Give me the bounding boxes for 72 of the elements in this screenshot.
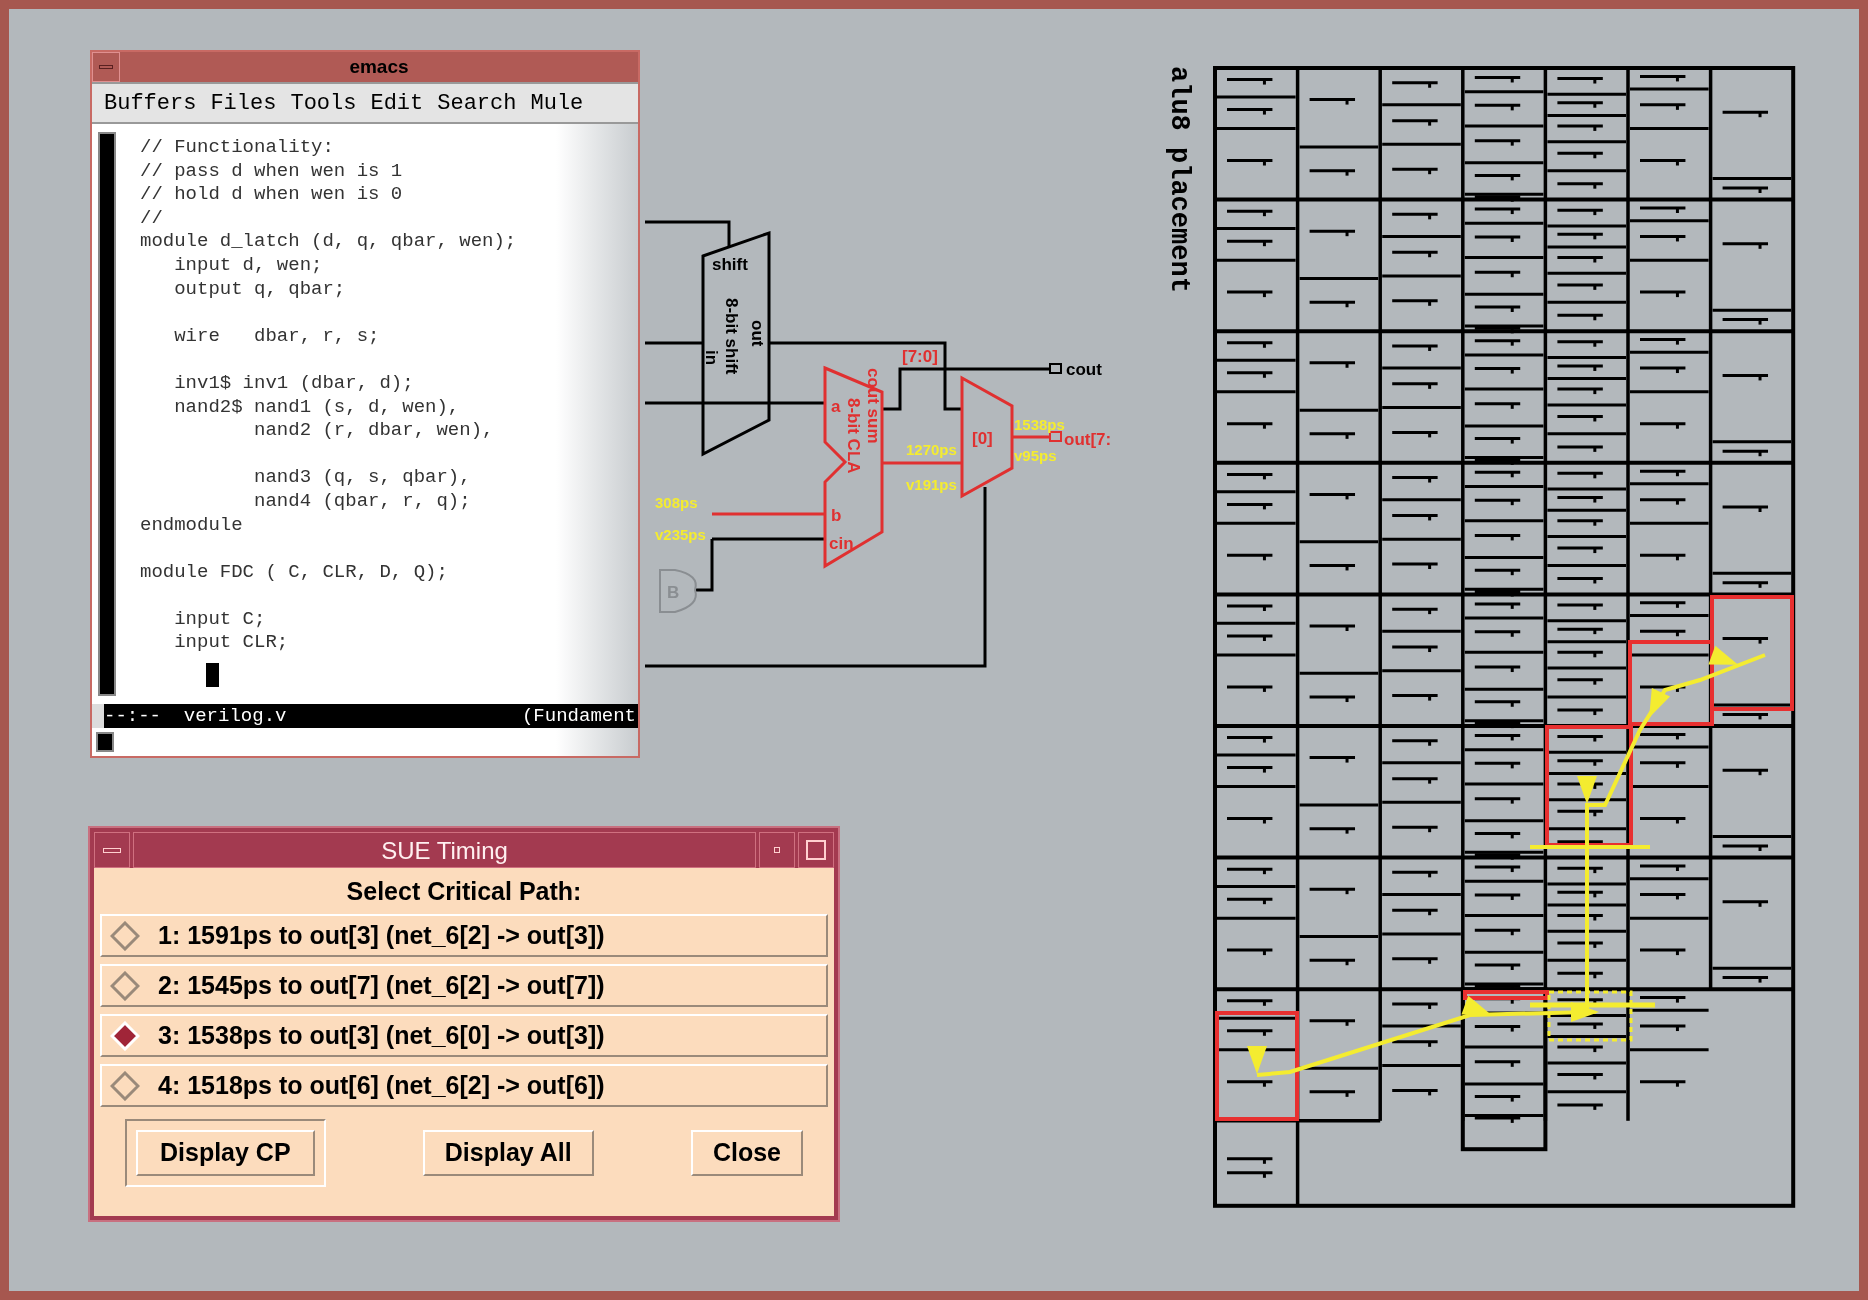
option-label: 3: 1538ps to out[3] (net_6[0] -> out[3]) — [158, 1019, 605, 1051]
code-line: nand3 (q, s, qbar), — [253, 465, 471, 490]
menu-item[interactable]: Edit — [370, 86, 424, 120]
menu-item[interactable]: Buffers — [104, 86, 197, 120]
schematic-label: v95ps — [1014, 447, 1057, 464]
placement-title: alu8 placement — [1164, 66, 1194, 293]
schematic-label: out — [748, 320, 767, 347]
dialog-button[interactable]: Display CP — [136, 1130, 315, 1176]
schematic-label: a — [831, 397, 841, 416]
minibuffer-icon — [96, 732, 114, 752]
mode-line-text: --:-- verilog.v — [104, 703, 287, 729]
radio-diamond[interactable] — [110, 970, 140, 1001]
code-line: nand2 (r, dbar, wen), — [253, 419, 494, 443]
option-label: 1: 1591ps to out[3] (net_6[2] -> out[3]) — [158, 919, 605, 951]
option-label: 4: 1518ps to out[6] (net_6[2] -> out[6]) — [158, 1069, 605, 1101]
schematic-label: 308ps — [655, 494, 698, 511]
schematic-label: cout — [1066, 360, 1102, 379]
window-title: emacs — [120, 52, 638, 82]
schematic-label: out[7: — [1064, 430, 1112, 449]
code-line: // Functionality: — [140, 136, 334, 160]
dialog-heading: Select Critical Path: — [345, 876, 583, 907]
code-line: output q, qbar; — [173, 277, 346, 302]
window-menu-button[interactable] — [94, 832, 130, 868]
schematic-label: 1538ps — [1014, 416, 1065, 433]
schematic-label: 8-bit CLA — [844, 398, 863, 474]
schematic-label: in — [702, 350, 721, 366]
code-line: // pass d when wen is 1 — [140, 159, 403, 184]
maximize-button[interactable] — [798, 832, 834, 868]
wire — [645, 341, 703, 345]
schematic-label: 1270ps — [906, 441, 957, 458]
code-line: input C; — [173, 606, 266, 632]
code-line: module d_latch (d, q, qbar, wen); — [140, 230, 517, 254]
option-label: 2: 1545ps to out[7] (net_6[2] -> out[7]) — [158, 969, 605, 1001]
path-option[interactable]: 4: 1518ps to out[6] (net_6[2] -> out[6]) — [100, 1064, 828, 1107]
menu-item[interactable]: Files — [210, 86, 277, 120]
schematic-label: cin — [829, 534, 854, 553]
schematic-label: shift — [712, 255, 748, 274]
scrollbar[interactable] — [98, 132, 116, 696]
dialog-button[interactable]: Display All — [422, 1130, 594, 1176]
menu-item[interactable]: Search — [437, 86, 517, 120]
code-line: nand2$ nand1 (s, d, wen), — [173, 395, 460, 420]
dialog-button[interactable]: Close — [690, 1130, 803, 1176]
pin-icon — [1049, 363, 1062, 374]
schematic-label: v191ps — [906, 476, 957, 493]
window-title: SUE Timing — [133, 832, 756, 868]
code-line: inv1$ inv1 (dbar, d); — [173, 370, 414, 396]
menu-item[interactable]: Tools — [290, 86, 357, 120]
radio-diamond[interactable] — [110, 1070, 140, 1101]
path-option[interactable]: 3: 1538ps to out[3] (net_6[0] -> out[3]) — [100, 1014, 828, 1057]
logic-gate — [659, 569, 697, 613]
code-line: endmodule — [140, 513, 243, 538]
code-line: // hold d when wen is 0 — [140, 183, 403, 207]
menu-item[interactable]: Mule — [530, 86, 584, 120]
code-line: nand4 (qbar, r, q); — [253, 489, 471, 514]
code-line: input CLR; — [173, 631, 289, 656]
schematic-label: 8-bit shift — [722, 298, 741, 375]
pin-icon — [1049, 431, 1062, 442]
radio-diamond[interactable] — [110, 920, 140, 951]
wire — [1012, 435, 1050, 439]
code-line: input d, wen; — [173, 253, 323, 278]
schematic-label: [7:0] — [902, 347, 938, 366]
code-line: // — [140, 206, 163, 231]
text-cursor — [206, 663, 219, 688]
code-line: wire dbar, r, s; — [173, 323, 380, 349]
code-line: module FDC ( C, CLR, D, Q); — [140, 559, 448, 585]
path-option[interactable]: 1: 1591ps to out[3] (net_6[2] -> out[3]) — [100, 914, 828, 957]
path-option[interactable]: 2: 1545ps to out[7] (net_6[2] -> out[7]) — [100, 964, 828, 1007]
mode-line-text: (Fundament — [521, 703, 636, 729]
schematic-label: [0] — [972, 429, 993, 448]
schematic-label: v235ps — [655, 526, 706, 543]
schematic-label: b — [831, 506, 842, 525]
window-menu-button[interactable] — [92, 52, 120, 82]
